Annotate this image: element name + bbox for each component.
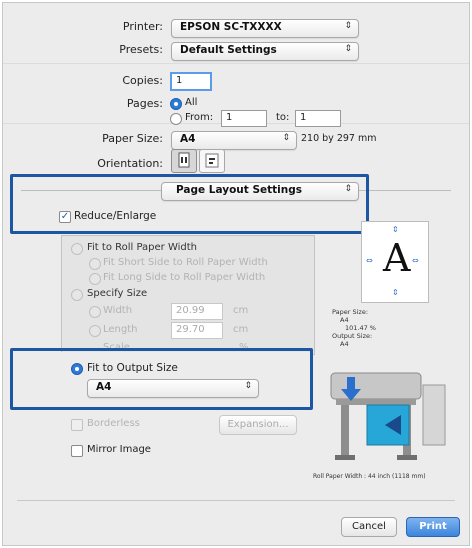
paper-size-label: Paper Size: <box>102 132 163 145</box>
printer-popup[interactable]: EPSON SC-TXXXX ⇕ <box>171 19 359 38</box>
length-input[interactable]: 29.70 <box>171 322 223 339</box>
pages-from-value: 1 <box>226 112 233 123</box>
updown-arrows-icon: ⇕ <box>344 44 352 54</box>
pages-to-label: to: <box>276 112 290 123</box>
portrait-icon <box>178 152 190 168</box>
arrow-down-icon: ⇕ <box>392 288 399 297</box>
copies-label: Copies: <box>122 74 163 87</box>
pages-all-label: All <box>185 97 198 108</box>
fit-roll-radio[interactable] <box>71 243 83 255</box>
preview-scale: 101.47 % <box>345 324 376 332</box>
highlight-fit-output <box>10 348 313 410</box>
portrait-orientation-button[interactable] <box>171 149 197 173</box>
arrow-left-icon: ⇔ <box>366 256 373 265</box>
width-input[interactable]: 20.99 <box>171 303 223 320</box>
width-unit: cm <box>233 305 249 316</box>
paper-dimensions: 210 by 297 mm <box>301 133 377 144</box>
length-value: 29.70 <box>176 324 205 335</box>
landscape-icon <box>205 153 219 168</box>
fit-long-radio[interactable] <box>89 273 101 285</box>
width-radio[interactable] <box>89 306 101 318</box>
presets-label: Presets: <box>119 43 163 56</box>
mirror-image-label: Mirror Image <box>87 444 151 455</box>
page-preview: A ⇕ ⇔ ⇔ ⇕ <box>361 221 429 303</box>
printer-value: EPSON SC-TXXXX <box>180 21 282 33</box>
specify-size-label: Specify Size <box>87 288 148 299</box>
pages-to-input[interactable]: 1 <box>295 110 341 127</box>
updown-arrows-icon: ⇕ <box>344 21 352 31</box>
pages-from-input[interactable]: 1 <box>221 110 267 127</box>
borderless-checkbox[interactable] <box>71 419 83 431</box>
arrow-right-icon: ⇔ <box>412 256 419 265</box>
pages-from-radio[interactable] <box>170 113 182 125</box>
paper-size-popup[interactable]: A4 ⇕ <box>171 131 297 150</box>
preview-output-size-value: A4 <box>340 340 349 348</box>
borderless-label: Borderless <box>87 418 140 429</box>
paper-size-value: A4 <box>180 133 196 145</box>
roll-paper-width: Roll Paper Width : 44 inch (1118 mm) <box>313 473 426 480</box>
print-dialog: Printer: EPSON SC-TXXXX ⇕ Presets: Defau… <box>2 2 470 546</box>
expansion-button[interactable]: Expansion... <box>219 415 297 435</box>
presets-value: Default Settings <box>180 44 277 56</box>
preview-output-size-label: Output Size: <box>332 332 373 340</box>
pages-from-label: From: <box>185 112 214 123</box>
bg-stripe <box>3 63 469 64</box>
pages-all-radio[interactable] <box>170 98 182 110</box>
landscape-orientation-button[interactable] <box>199 149 225 173</box>
pages-label: Pages: <box>126 97 163 110</box>
orientation-label: Orientation: <box>97 157 163 170</box>
copies-input[interactable]: 1 <box>170 72 212 91</box>
length-radio[interactable] <box>89 325 101 337</box>
fit-short-radio[interactable] <box>89 258 101 270</box>
preview-paper-size-label: Paper Size: <box>332 308 369 316</box>
cancel-button[interactable]: Cancel <box>341 517 397 537</box>
copies-value: 1 <box>176 75 183 86</box>
specify-size-radio[interactable] <box>71 289 83 301</box>
mirror-image-checkbox[interactable] <box>71 445 83 457</box>
highlight-panel-select <box>10 174 369 234</box>
fit-long-label: Fit Long Side to Roll Paper Width <box>103 272 266 283</box>
fit-roll-label: Fit to Roll Paper Width <box>87 242 198 253</box>
arrow-up-icon: ⇕ <box>392 225 399 234</box>
fit-short-label: Fit Short Side to Roll Paper Width <box>103 257 268 268</box>
updown-arrows-icon: ⇕ <box>282 133 290 143</box>
width-value: 20.99 <box>176 305 205 316</box>
pages-to-value: 1 <box>300 112 307 123</box>
length-unit: cm <box>233 324 249 335</box>
length-label: Length <box>103 324 138 335</box>
preview-paper-size-value: A4 <box>340 316 349 324</box>
bottom-separator <box>17 500 455 501</box>
printer-label: Printer: <box>122 20 163 33</box>
preview-letter: A <box>383 236 411 280</box>
width-label: Width <box>103 305 133 316</box>
presets-popup[interactable]: Default Settings ⇕ <box>171 42 359 61</box>
printer-illustration <box>330 372 446 460</box>
print-button[interactable]: Print <box>406 517 460 537</box>
